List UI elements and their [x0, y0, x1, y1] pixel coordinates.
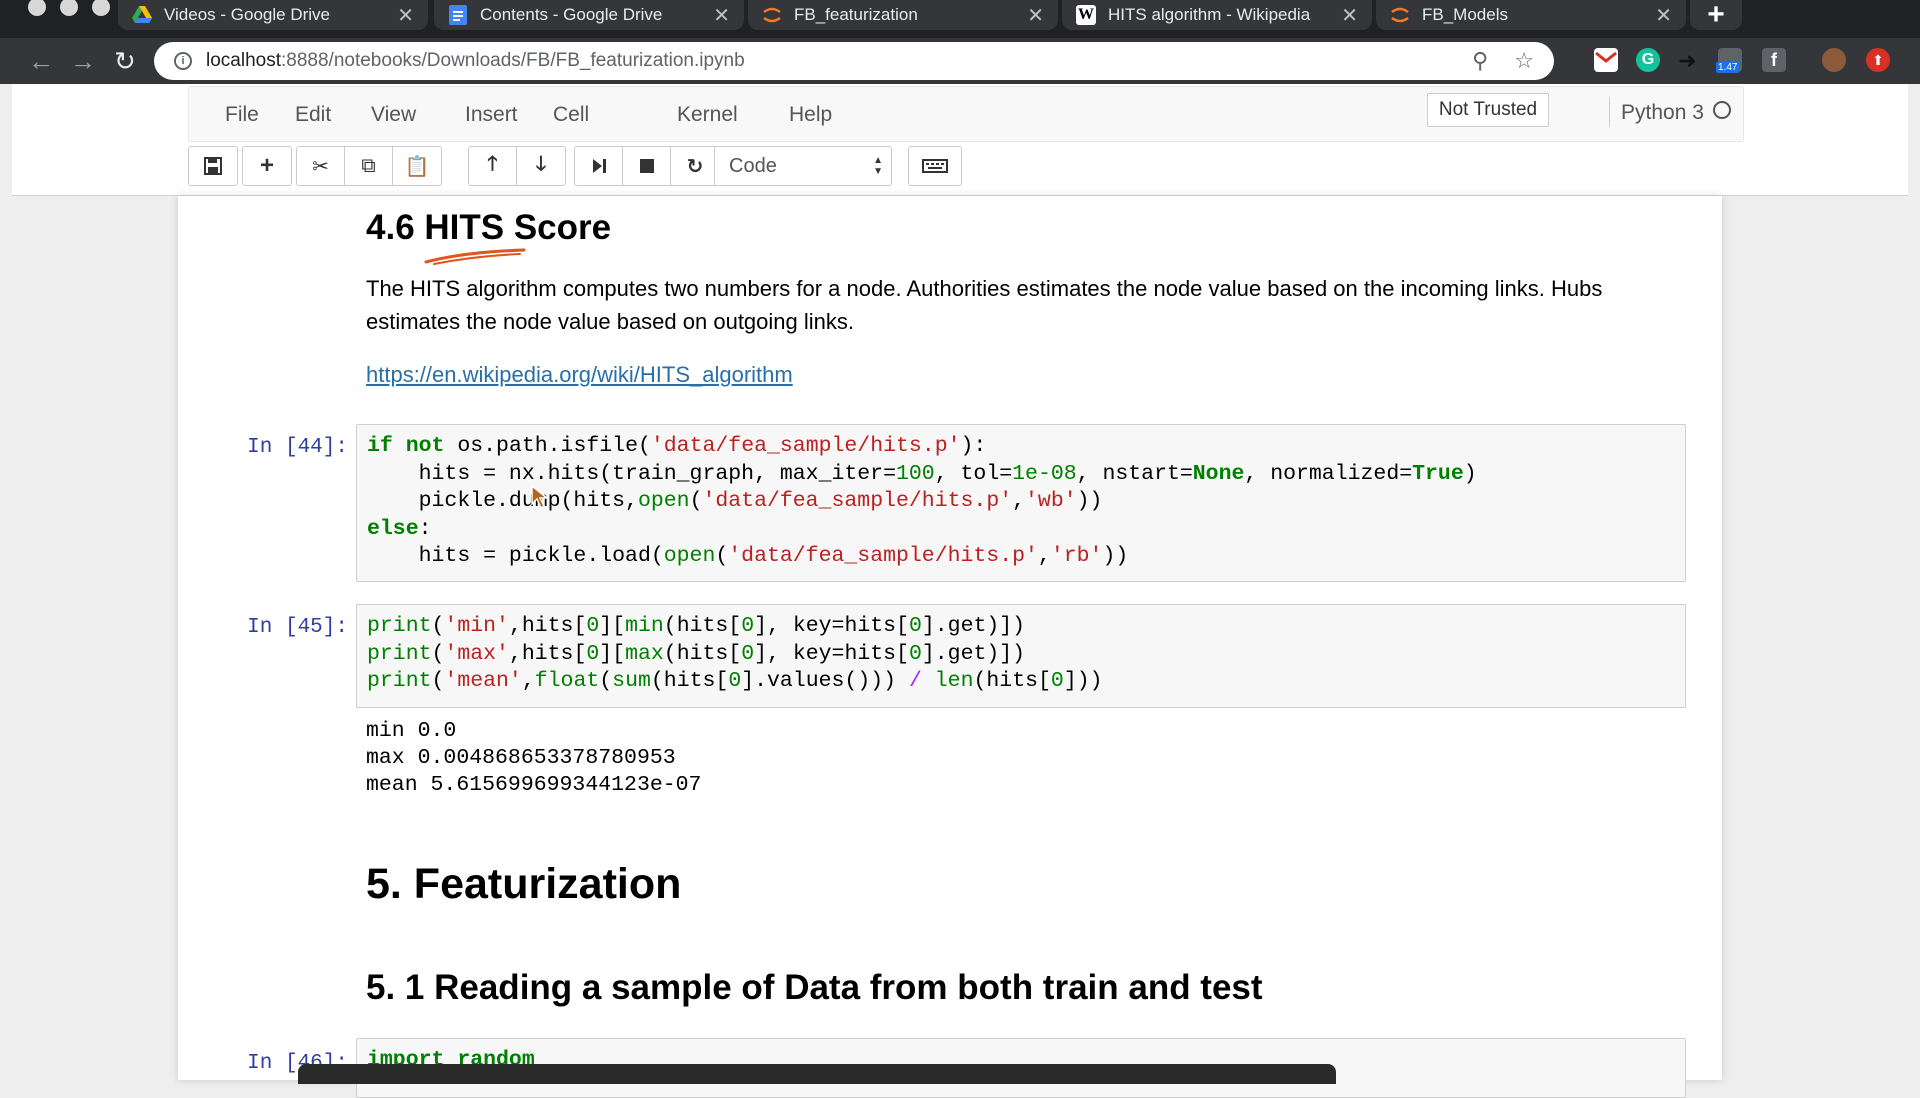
- keyboard-group: [908, 146, 962, 186]
- browser-toolbar: ← → ↻ i localhost:8888/notebooks/Downloa…: [0, 38, 1920, 84]
- paste-icon[interactable]: 📋: [393, 147, 441, 185]
- menu-kernel[interactable]: Kernel: [677, 103, 738, 127]
- cell-prompt: In [44]:: [247, 436, 348, 459]
- url-host: localhost: [206, 50, 281, 71]
- cut-scissors-icon[interactable]: ✂: [297, 147, 345, 185]
- menu-bar: File Edit View Insert Cell Kernel Help N…: [188, 86, 1744, 142]
- zoom-icon[interactable]: ⚲: [1472, 48, 1488, 74]
- copy-icon[interactable]: ⧉: [345, 147, 393, 185]
- new-tab-button[interactable]: +: [1690, 0, 1742, 31]
- code-cell-44[interactable]: if not os.path.isfile('data/fea_sample/h…: [356, 424, 1686, 582]
- recording-toolbar: [298, 1064, 1336, 1084]
- tab-fb-featurization[interactable]: FB_featurization ✕: [748, 0, 1058, 30]
- menu-file[interactable]: File: [225, 103, 259, 127]
- google-docs-icon: [448, 5, 468, 25]
- keyboard-icon[interactable]: [909, 147, 961, 185]
- gmail-extension-icon[interactable]: [1594, 48, 1618, 72]
- tab-title: FB_Models: [1422, 5, 1508, 24]
- profile-avatar[interactable]: [1822, 48, 1846, 72]
- move-up-arrow-icon[interactable]: 🡑: [469, 147, 517, 185]
- facebook-extension-icon[interactable]: f: [1762, 48, 1786, 72]
- window-controls: [28, 0, 110, 16]
- insert-cell-plus-icon[interactable]: +: [243, 147, 291, 185]
- kernel-idle-indicator-icon: [1713, 101, 1731, 119]
- bookmark-star-icon[interactable]: ☆: [1514, 48, 1534, 74]
- edit-group: ✂ ⧉ 📋: [296, 146, 442, 186]
- google-drive-icon: [132, 5, 152, 25]
- output-line: mean 5.615699699344123e-07: [366, 773, 702, 797]
- heading-featurization: 5. Featurization: [366, 860, 682, 908]
- restart-icon[interactable]: ↻: [671, 147, 719, 185]
- tab-fb-models[interactable]: FB_Models ✕: [1376, 0, 1686, 30]
- close-tab-icon[interactable]: ✕: [1027, 3, 1044, 28]
- wikipedia-icon: W: [1076, 5, 1096, 25]
- code-cell-45[interactable]: print('min',hits[0][min(hits[0], key=hit…: [356, 604, 1686, 708]
- insert-group: +: [242, 146, 292, 186]
- handwritten-underline-icon: [424, 248, 526, 265]
- tab-hits-wikipedia[interactable]: W HITS algorithm - Wikipedia ✕: [1062, 0, 1372, 30]
- close-tab-icon[interactable]: ✕: [1341, 3, 1358, 28]
- jupyter-icon: [1390, 5, 1410, 25]
- back-arrow-icon[interactable]: ←: [28, 46, 54, 76]
- jupyter-header: File Edit View Insert Cell Kernel Help N…: [12, 84, 1908, 196]
- cell-prompt: In [45]:: [247, 616, 348, 639]
- move-group: 🡑 🡓: [468, 146, 566, 186]
- save-group: [188, 146, 238, 186]
- hits-wikipedia-link[interactable]: https://en.wikipedia.org/wiki/HITS_algor…: [366, 362, 793, 388]
- menu-help[interactable]: Help: [789, 103, 832, 127]
- mouse-cursor-icon: [531, 484, 550, 510]
- extension-badge: 1.47: [1716, 62, 1740, 73]
- extension-icon[interactable]: 1.47: [1716, 48, 1742, 73]
- menu-edit[interactable]: Edit: [295, 103, 331, 127]
- share-arrow-icon[interactable]: ➜: [1678, 48, 1702, 73]
- output-line: max 0.004868653378780953: [366, 746, 676, 770]
- heading-reading-sample: 5. 1 Reading a sample of Data from both …: [366, 968, 1263, 1007]
- browser-tab-bar: Videos - Google Drive ✕ Contents - Googl…: [0, 0, 1920, 38]
- menu-insert[interactable]: Insert: [465, 103, 518, 127]
- tab-videos-google-drive[interactable]: Videos - Google Drive ✕: [118, 0, 428, 30]
- move-down-arrow-icon[interactable]: 🡓: [517, 147, 565, 185]
- tab-title: Videos - Google Drive: [164, 5, 330, 24]
- hits-description: The HITS algorithm computes two numbers …: [366, 276, 1603, 334]
- update-extension-icon[interactable]: ⬆: [1866, 48, 1890, 72]
- close-tab-icon[interactable]: ✕: [1655, 3, 1672, 28]
- close-tab-icon[interactable]: ✕: [713, 3, 730, 28]
- tab-title: FB_featurization: [794, 5, 918, 24]
- run-group: ↻: [574, 146, 720, 186]
- reload-icon[interactable]: ↻: [114, 46, 136, 76]
- site-info-icon[interactable]: i: [174, 52, 192, 70]
- cell-type-select[interactable]: Code ▲ ▼: [714, 146, 892, 186]
- stop-square-icon[interactable]: [623, 147, 671, 185]
- cell-type-value: Code: [729, 154, 777, 177]
- divider: [1609, 97, 1610, 127]
- grammarly-extension-icon[interactable]: G: [1636, 48, 1660, 72]
- run-step-icon[interactable]: [575, 147, 623, 185]
- select-arrows-icon: ▲ ▼: [873, 155, 883, 177]
- menu-cell[interactable]: Cell: [553, 103, 589, 127]
- tab-title: Contents - Google Drive: [480, 5, 663, 24]
- menu-view[interactable]: View: [371, 103, 416, 127]
- maximize-window-button[interactable]: [92, 0, 110, 16]
- tab-contents-google-drive[interactable]: Contents - Google Drive ✕: [434, 0, 744, 30]
- close-tab-icon[interactable]: ✕: [397, 3, 414, 28]
- not-trusted-button[interactable]: Not Trusted: [1427, 93, 1549, 127]
- url-path: :8888/notebooks/Downloads/FB/FB_featuriz…: [281, 50, 745, 71]
- forward-arrow-icon[interactable]: →: [70, 46, 96, 76]
- kernel-name: Python 3: [1621, 101, 1704, 124]
- url-bar[interactable]: i localhost:8888/notebooks/Downloads/FB/…: [154, 42, 1554, 80]
- jupyter-icon: [762, 5, 782, 25]
- output-line: min 0.0: [366, 719, 457, 743]
- minimize-window-button[interactable]: [60, 0, 78, 16]
- save-icon[interactable]: [189, 147, 237, 185]
- heading-hits-score: 4.6 HITS Score: [366, 208, 612, 247]
- tab-title: HITS algorithm - Wikipedia: [1108, 5, 1311, 24]
- close-window-button[interactable]: [28, 0, 46, 16]
